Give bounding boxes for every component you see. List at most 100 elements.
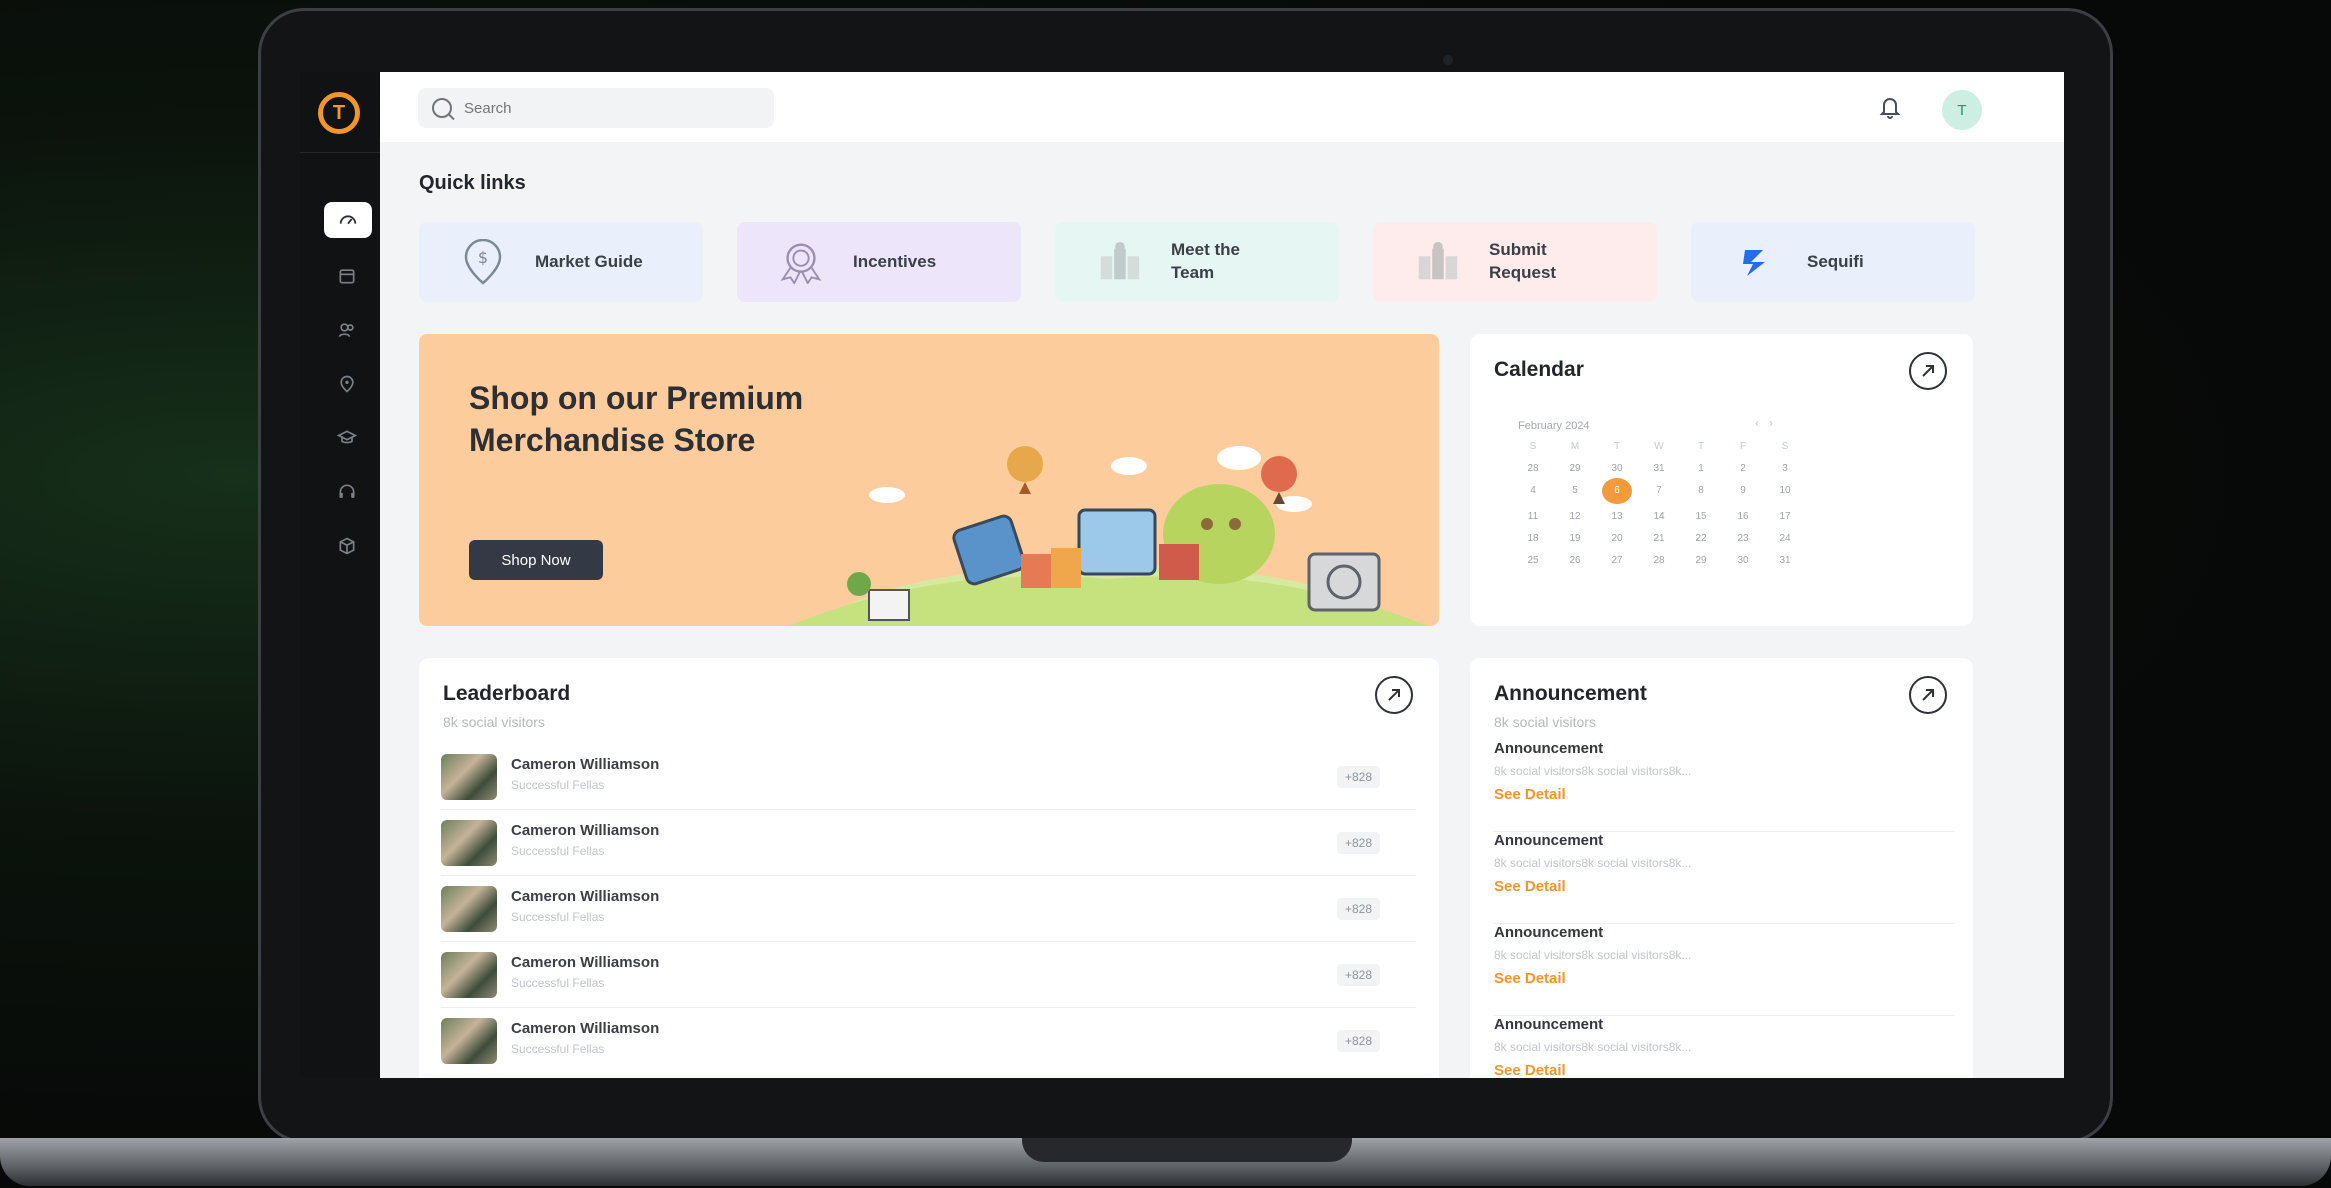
see-detail-link[interactable]: See Detail xyxy=(1494,878,1566,895)
announcement-item: Announcement 8k social visitors8k social… xyxy=(1494,740,1954,832)
calendar-day[interactable]: 2 xyxy=(1722,460,1764,478)
search-icon xyxy=(432,98,452,118)
calendar-day[interactable]: 23 xyxy=(1722,530,1764,548)
announcement-item: Announcement 8k social visitors8k social… xyxy=(1494,924,1954,1016)
calendar-day[interactable]: 27 xyxy=(1596,552,1638,570)
search-bar[interactable] xyxy=(418,88,774,128)
calendar-grid: S M T W T F S 28 29 30 31 1 2 3 4 5 6 7 … xyxy=(1512,438,1806,570)
quick-link-sequifi[interactable]: Sequifi xyxy=(1691,222,1975,302)
calendar-day[interactable]: 9 xyxy=(1722,482,1764,500)
svg-text:$: $ xyxy=(478,248,488,267)
calendar-open-button[interactable] xyxy=(1909,352,1947,390)
calendar-day[interactable]: 4 xyxy=(1512,482,1554,500)
laptop-notch xyxy=(1022,1138,1352,1162)
leaderboard-row[interactable]: Cameron Williamson Successful Fellas +82… xyxy=(441,744,1416,810)
see-detail-link[interactable]: See Detail xyxy=(1494,970,1566,987)
user-team: Successful Fellas xyxy=(511,910,605,924)
calendar-day[interactable]: 13 xyxy=(1596,508,1638,526)
announcement-open-button[interactable] xyxy=(1909,676,1947,714)
request-icon xyxy=(1413,238,1461,286)
dashboard-icon xyxy=(339,215,357,225)
calendar-day[interactable]: 25 xyxy=(1512,552,1554,570)
quick-link-label: Submit Request xyxy=(1489,240,1557,282)
calendar-day[interactable]: 30 xyxy=(1596,460,1638,478)
calendar-day[interactable]: 28 xyxy=(1638,552,1680,570)
announcement-item-text: 8k social visitors8k social visitors8k..… xyxy=(1494,1040,1692,1054)
calendar-day[interactable]: 3 xyxy=(1764,460,1806,478)
notification-bell-icon[interactable] xyxy=(1878,94,1902,127)
team-icon xyxy=(1095,238,1143,286)
calendar-day[interactable]: 26 xyxy=(1554,552,1596,570)
quick-link-market-guide[interactable]: $ Market Guide xyxy=(419,222,703,302)
announcement-item-text: 8k social visitors8k social visitors8k..… xyxy=(1494,764,1692,778)
calendar-day[interactable]: 29 xyxy=(1680,552,1722,570)
calendar-day-selected[interactable]: 6 xyxy=(1602,478,1632,504)
sidebar-item-dashboard[interactable] xyxy=(324,202,372,238)
calendar-day[interactable]: 24 xyxy=(1764,530,1806,548)
calendar-day[interactable]: 31 xyxy=(1638,460,1680,478)
search-input[interactable] xyxy=(464,99,754,117)
quick-link-incentives[interactable]: Incentives xyxy=(737,222,1021,302)
calendar-day[interactable]: 8 xyxy=(1680,482,1722,500)
quick-link-submit-request[interactable]: Submit Request xyxy=(1373,222,1657,302)
calendar-month: February 2024 xyxy=(1518,420,1590,432)
quick-link-label: Incentives xyxy=(853,251,937,271)
user-team: Successful Fellas xyxy=(511,1042,605,1056)
calendar-day[interactable]: 12 xyxy=(1554,508,1596,526)
calendar-day[interactable]: 21 xyxy=(1638,530,1680,548)
leaderboard-row[interactable]: Cameron Williamson Successful Fellas +82… xyxy=(441,1008,1416,1074)
calendar-day[interactable]: 31 xyxy=(1764,552,1806,570)
calendar-day[interactable]: 30 xyxy=(1722,552,1764,570)
calendar-day[interactable]: 29 xyxy=(1554,460,1596,478)
sidebar-item-location[interactable] xyxy=(324,366,370,402)
leaderboard-open-button[interactable] xyxy=(1375,676,1413,714)
arrow-up-right-icon xyxy=(1922,689,1934,701)
app-logo-icon[interactable]: T xyxy=(318,92,360,134)
see-detail-link[interactable]: See Detail xyxy=(1494,786,1566,803)
calendar-day[interactable]: 7 xyxy=(1638,482,1680,500)
user-avatar[interactable]: T xyxy=(1942,90,1982,130)
calendar-day[interactable]: 15 xyxy=(1680,508,1722,526)
calendar-nav[interactable]: ‹› xyxy=(1755,416,1783,430)
quick-link-meet-the-team[interactable]: Meet the Team xyxy=(1055,222,1339,302)
leaderboard-row[interactable]: Cameron Williamson Successful Fellas +82… xyxy=(441,942,1416,1008)
calendar-day[interactable]: 14 xyxy=(1638,508,1680,526)
calendar-day[interactable]: 18 xyxy=(1512,530,1554,548)
calendar-day[interactable]: 19 xyxy=(1554,530,1596,548)
calendar-day[interactable]: 11 xyxy=(1512,508,1554,526)
announcement-item-text: 8k social visitors8k social visitors8k..… xyxy=(1494,948,1692,962)
weekday-label: T xyxy=(1697,441,1705,452)
arrow-up-right-icon xyxy=(1388,689,1400,701)
leaderboard-row[interactable]: Cameron Williamson Successful Fellas +82… xyxy=(441,810,1416,876)
sidebar-item-support[interactable] xyxy=(324,474,370,510)
sidebar-item-education[interactable] xyxy=(324,420,370,456)
calendar-day[interactable]: 28 xyxy=(1512,460,1554,478)
sidebar-divider xyxy=(300,152,380,153)
chevron-left-icon[interactable]: ‹ xyxy=(1755,416,1769,430)
announcement-item: Announcement 8k social visitors8k social… xyxy=(1494,832,1954,924)
leaderboard-card: Leaderboard 8k social visitors Cameron W… xyxy=(419,658,1439,1078)
user-team: Successful Fellas xyxy=(511,844,605,858)
calendar-day[interactable]: 22 xyxy=(1680,530,1722,548)
calendar-day[interactable]: 16 xyxy=(1722,508,1764,526)
calendar-day[interactable]: 10 xyxy=(1764,482,1806,500)
calendar-day[interactable]: 1 xyxy=(1680,460,1722,478)
badge-icon xyxy=(777,238,825,286)
calendar-day[interactable]: 5 xyxy=(1554,482,1596,500)
calendar-day[interactable]: 17 xyxy=(1764,508,1806,526)
user-score: +828 xyxy=(1336,766,1380,788)
sidebar-item-box[interactable] xyxy=(324,528,370,564)
chevron-right-icon[interactable]: › xyxy=(1769,416,1783,430)
user-name: Cameron Williamson xyxy=(511,1020,660,1037)
sidebar-item-team[interactable] xyxy=(324,312,370,348)
support-headset-icon xyxy=(339,484,355,498)
calendar-day[interactable]: 20 xyxy=(1596,530,1638,548)
user-score: +828 xyxy=(1336,898,1380,920)
quick-link-label: Meet the Team xyxy=(1171,240,1240,282)
announcement-subtitle: 8k social visitors xyxy=(1494,714,1596,730)
leaderboard-row[interactable]: Cameron Williamson Successful Fellas +82… xyxy=(441,876,1416,942)
sidebar-item-calendar[interactable] xyxy=(324,258,370,294)
shop-now-button[interactable]: Shop Now xyxy=(469,540,603,580)
see-detail-link[interactable]: See Detail xyxy=(1494,1062,1566,1078)
arrow-up-right-icon xyxy=(1922,365,1934,377)
